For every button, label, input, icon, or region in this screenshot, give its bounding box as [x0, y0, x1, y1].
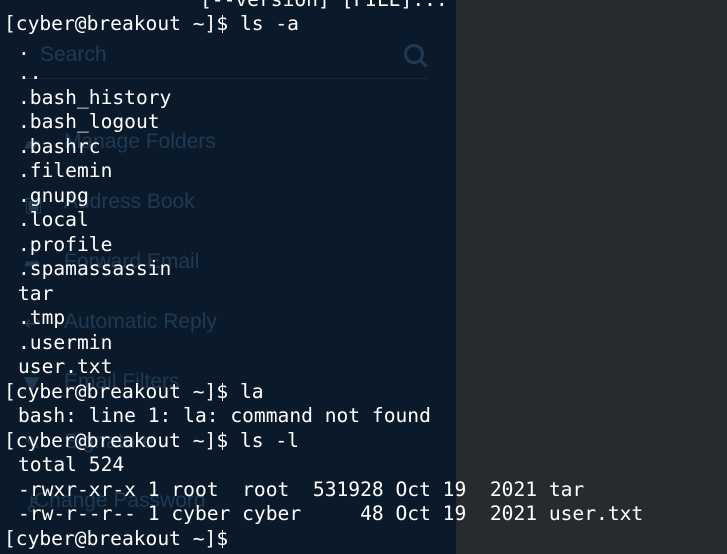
terminal-output-line: .bash_logout	[18, 110, 160, 133]
terminal-output-line: total 524	[18, 453, 125, 476]
terminal-output-line: tar	[18, 281, 54, 305]
terminal-output[interactable]: [--version] [FILE]... [cyber@breakout ~]…	[0, 0, 727, 554]
terminal-output-line: -rw-r--r-- 1 cyber cyber 48 Oct 19 2021 …	[18, 502, 644, 525]
terminal-command: la	[239, 379, 264, 403]
terminal-output-line: .bashrc	[18, 134, 101, 158]
terminal-output-line: .gnupg	[18, 183, 89, 207]
terminal-partial-line: [--version] [FILE]...	[200, 0, 448, 13]
terminal-output-line: .filemin	[18, 159, 113, 182]
terminal-prompt: [cyber@breakout ~]$	[4, 12, 229, 35]
terminal-command-line: [cyber@breakout ~]$ la	[4, 380, 264, 405]
terminal-output-line: .local	[18, 208, 89, 231]
terminal-output-line: -rwxr-xr-x 1 root root 531928 Oct 19 202…	[18, 477, 585, 501]
screen: Search ▰ Manage Folders ▣ Address Book ➦…	[0, 0, 727, 554]
terminal-prompt: [cyber@breakout ~]$	[4, 526, 229, 550]
terminal-error-line: bash: line 1: la: command not found	[18, 404, 431, 427]
terminal-command-line: [cyber@breakout ~]$ ls -l	[4, 429, 299, 454]
terminal-current-prompt[interactable]: [cyber@breakout ~]$	[4, 527, 228, 552]
terminal-output-line: ..	[18, 61, 42, 84]
terminal-output-line: .profile	[18, 232, 113, 256]
terminal-output-line: .usermin	[18, 330, 113, 354]
terminal-prompt: [cyber@breakout ~]$	[4, 379, 229, 403]
terminal-output-line: .spamassassin	[18, 257, 172, 280]
terminal-command: ls -a	[239, 12, 299, 35]
terminal-output-line: user.txt	[18, 355, 113, 378]
terminal-command: ls -l	[239, 428, 299, 452]
terminal-output-line: .	[18, 36, 30, 60]
terminal-output-line: .bash_history	[18, 85, 172, 109]
terminal-command-line: [cyber@breakout ~]$ ls -a	[4, 12, 299, 37]
terminal-prompt: [cyber@breakout ~]$	[4, 428, 229, 452]
terminal-output-line: .tmp	[18, 306, 66, 329]
